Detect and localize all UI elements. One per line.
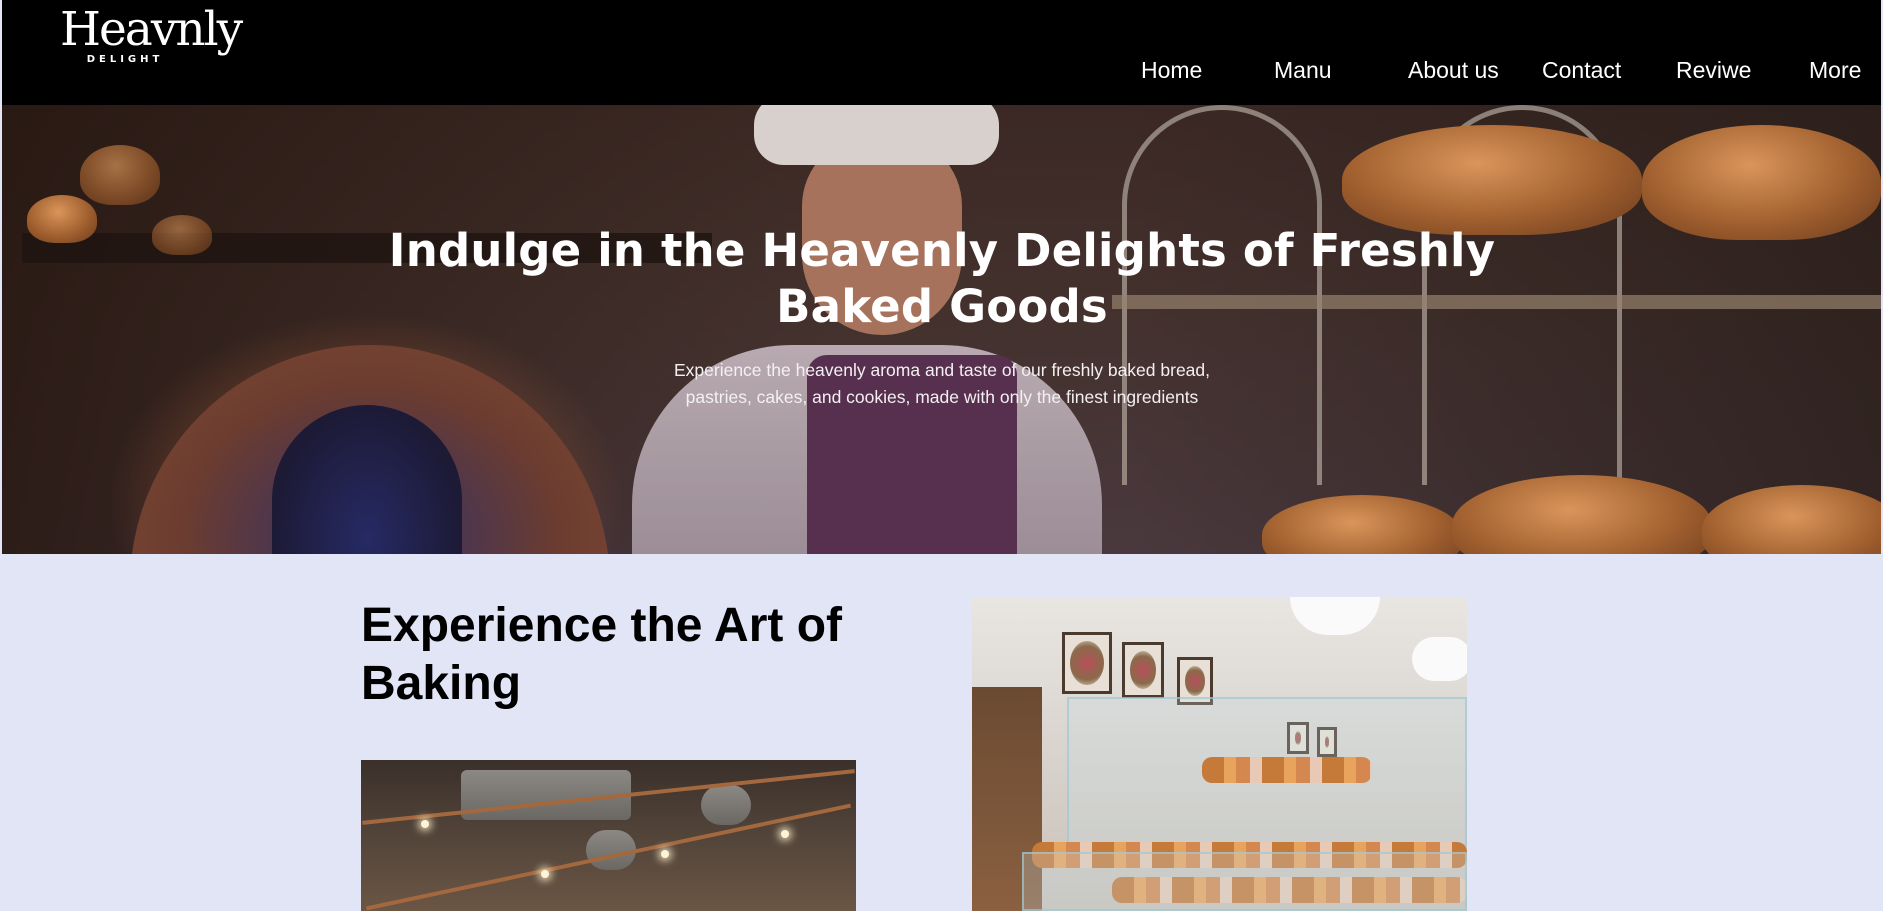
- nav-link-review[interactable]: Reviwe: [1676, 57, 1751, 84]
- nav-link-home[interactable]: Home: [1141, 57, 1202, 84]
- hero-subtitle: Experience the heavenly aroma and taste …: [673, 360, 1211, 407]
- bakery-interior-image: [361, 760, 856, 911]
- logo-tagline: DELIGHT: [86, 54, 164, 65]
- bakery-counter-image: [972, 597, 1467, 911]
- nav-link-menu[interactable]: Manu: [1274, 57, 1332, 84]
- nav-link-contact[interactable]: Contact: [1542, 57, 1621, 84]
- logo-wordmark: Heavnly: [60, 2, 243, 57]
- nav-link-about[interactable]: About us: [1408, 57, 1499, 84]
- hero-title: Indulge in the Heavenly Delights of Fres…: [388, 224, 1496, 333]
- site-logo[interactable]: Heavnly DELIGHT: [60, 2, 243, 72]
- site-header: Heavnly DELIGHT Home Manu About us Conta…: [2, 0, 1881, 105]
- nav-link-more[interactable]: More: [1809, 57, 1861, 84]
- section-title: Experience the Art of Baking: [361, 599, 843, 710]
- hero-banner: Indulge in the Heavenly Delights of Fres…: [2, 105, 1881, 554]
